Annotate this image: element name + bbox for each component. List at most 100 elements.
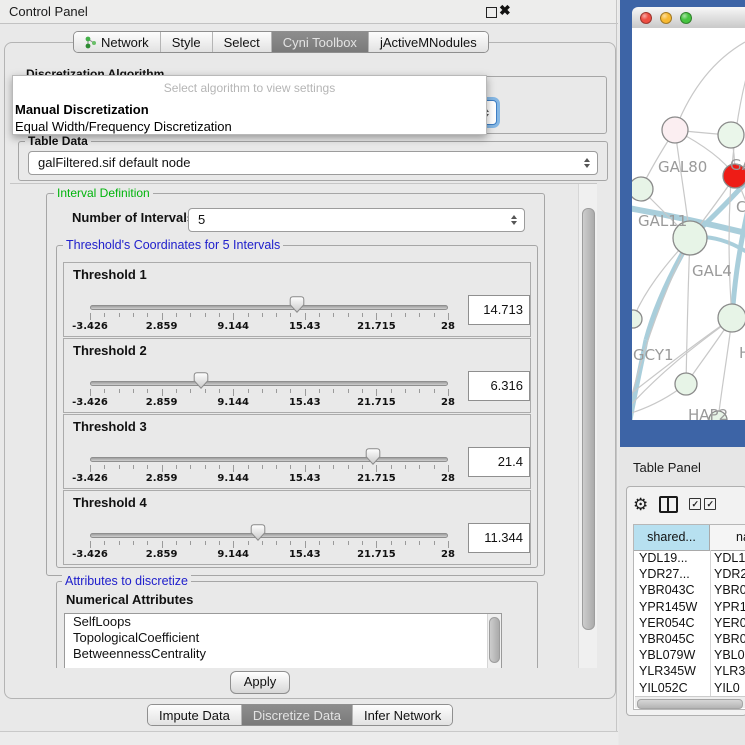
- tab-network[interactable]: Network: [74, 32, 160, 52]
- network-edge[interactable]: [686, 238, 690, 384]
- network-edge-highlighted[interactable]: [732, 200, 745, 318]
- slider-tick: [233, 465, 234, 472]
- gear-icon[interactable]: ⚙: [633, 496, 648, 513]
- threshold-value-field[interactable]: 14.713: [468, 295, 530, 325]
- close-icon[interactable]: ✖: [499, 2, 511, 19]
- checkbox-checked-icon[interactable]: ✓: [704, 498, 716, 510]
- attributes-group-title: Attributes to discretize: [62, 574, 191, 588]
- algorithm-dropdown-popup: Select algorithm to view settings Manual…: [12, 75, 487, 135]
- algorithm-option[interactable]: Equal Width/Frequency Discretization: [13, 118, 486, 135]
- tab-discretize-data[interactable]: Discretize Data: [241, 705, 352, 725]
- network-node[interactable]: [718, 304, 745, 332]
- network-canvas[interactable]: GAL80GACGAL11GAL4GCY1HHAP2: [632, 28, 745, 420]
- threshold-slider-track[interactable]: [90, 533, 448, 538]
- table-row[interactable]: YBL079WYBL0: [634, 648, 745, 664]
- tab-cyni-toolbox[interactable]: Cyni Toolbox: [271, 32, 368, 52]
- attributes-scrollbar[interactable]: [487, 614, 501, 668]
- slider-tick: [405, 465, 406, 469]
- network-edge[interactable]: [718, 318, 732, 420]
- slider-tick: [333, 465, 334, 469]
- table-row[interactable]: YIL052CYIL0: [634, 681, 745, 697]
- network-node[interactable]: [632, 177, 653, 201]
- slider-tick: [419, 541, 420, 545]
- slider-tick: [90, 465, 91, 472]
- table-column-header[interactable]: na: [710, 525, 745, 550]
- float-window-icon[interactable]: [486, 7, 497, 18]
- mac-zoom-button[interactable]: [680, 12, 692, 24]
- number-of-intervals-combobox[interactable]: 5: [188, 208, 525, 232]
- threshold-slider-track[interactable]: [90, 457, 448, 462]
- table-row[interactable]: YER054CYER0: [634, 616, 745, 632]
- network-node[interactable]: [675, 373, 697, 395]
- slider-tick-label: -3.426: [64, 321, 116, 332]
- slider-tick: [290, 389, 291, 393]
- attribute-list-item[interactable]: SelfLoops: [65, 614, 501, 630]
- network-node[interactable]: [632, 310, 642, 328]
- table-hscrollbar-thumb[interactable]: [637, 699, 743, 709]
- attribute-list-item[interactable]: BetweennessCentrality: [65, 646, 501, 662]
- slider-tick: [276, 313, 277, 317]
- bottom-tabbar: Impute Data Discretize Data Infer Network: [147, 704, 453, 726]
- table-row[interactable]: YBR043CYBR0: [634, 583, 745, 599]
- node-attribute-table[interactable]: shared...na YDL19...YDL1YDR27...YDR2YBR0…: [633, 524, 745, 710]
- tab-jactivemnodules[interactable]: jActiveMNodules: [368, 32, 488, 52]
- settings-scrollbar-thumb[interactable]: [582, 208, 595, 630]
- slider-tick: [119, 541, 120, 545]
- apply-button[interactable]: Apply: [230, 671, 290, 694]
- slider-tick: [262, 313, 263, 317]
- table-column-header[interactable]: shared...: [634, 525, 710, 550]
- table-hscrollbar[interactable]: [635, 696, 745, 708]
- network-edge-highlighted[interactable]: [646, 240, 690, 340]
- threshold-slider-track[interactable]: [90, 305, 448, 310]
- numerical-attributes-list[interactable]: SelfLoopsTopologicalCoefficientBetweenne…: [64, 613, 502, 668]
- threshold-slider-thumb[interactable]: [365, 448, 381, 466]
- network-node[interactable]: [662, 117, 688, 143]
- network-node[interactable]: [718, 122, 744, 148]
- tab-select[interactable]: Select: [212, 32, 271, 52]
- attributes-scrollbar-thumb[interactable]: [489, 617, 500, 663]
- tab-impute-data[interactable]: Impute Data: [148, 705, 241, 725]
- threshold-value-field[interactable]: 21.4: [468, 447, 530, 477]
- slider-tick: [305, 541, 306, 548]
- network-window-titlebar[interactable]: [632, 7, 745, 29]
- slider-tick: [119, 389, 120, 393]
- tab-style[interactable]: Style: [160, 32, 212, 52]
- slider-tick: [147, 313, 148, 317]
- slider-tick: [348, 541, 349, 545]
- slider-tick: [376, 389, 377, 396]
- threshold-slider-thumb[interactable]: [193, 372, 209, 390]
- table-row[interactable]: YDL19...YDL1: [634, 551, 745, 567]
- network-icon: [85, 36, 97, 49]
- mac-close-button[interactable]: [640, 12, 652, 24]
- threshold-slider-thumb[interactable]: [289, 296, 305, 314]
- table-row[interactable]: YBR045CYBR0: [634, 632, 745, 648]
- table-row[interactable]: YPR145WYPR1: [634, 600, 745, 616]
- network-view-window: GAL80GACGAL11GAL4GCY1HHAP2: [620, 0, 745, 447]
- table-row[interactable]: YLR345WYLR3: [634, 664, 745, 680]
- slider-tick: [434, 389, 435, 393]
- tab-infer-network[interactable]: Infer Network: [352, 705, 452, 725]
- threshold-value-field[interactable]: 11.344: [468, 523, 530, 553]
- table-cell: YDL1: [710, 551, 745, 567]
- slider-tick: [376, 465, 377, 472]
- slider-tick: [147, 389, 148, 393]
- tab-label: Discretize Data: [253, 708, 341, 723]
- attribute-list-item[interactable]: TopologicalCoefficient: [65, 630, 501, 646]
- table-row[interactable]: YDR27...YDR2: [634, 567, 745, 583]
- mac-minimize-button[interactable]: [660, 12, 672, 24]
- table-data-combobox[interactable]: galFiltered.sif default node: [28, 151, 598, 175]
- threshold-value-field[interactable]: 6.316: [468, 371, 530, 401]
- threshold-slider-track[interactable]: [90, 381, 448, 386]
- table-cell: YBR043C: [634, 583, 710, 599]
- slider-tick: [434, 541, 435, 545]
- network-edge[interactable]: [675, 42, 745, 130]
- settings-scrollbar[interactable]: [578, 184, 597, 668]
- threshold-slider-thumb[interactable]: [250, 524, 266, 542]
- columns-icon[interactable]: [659, 496, 678, 513]
- threshold-panel: Threshold 2-3.4262.8599.14415.4321.71528…: [63, 338, 531, 413]
- algorithm-hint: Select algorithm to view settings: [13, 76, 486, 101]
- slider-tick: [190, 313, 191, 317]
- checkbox-checked-icon[interactable]: ✓: [689, 498, 701, 510]
- slider-tick: [362, 541, 363, 545]
- algorithm-option[interactable]: Manual Discretization: [13, 101, 486, 118]
